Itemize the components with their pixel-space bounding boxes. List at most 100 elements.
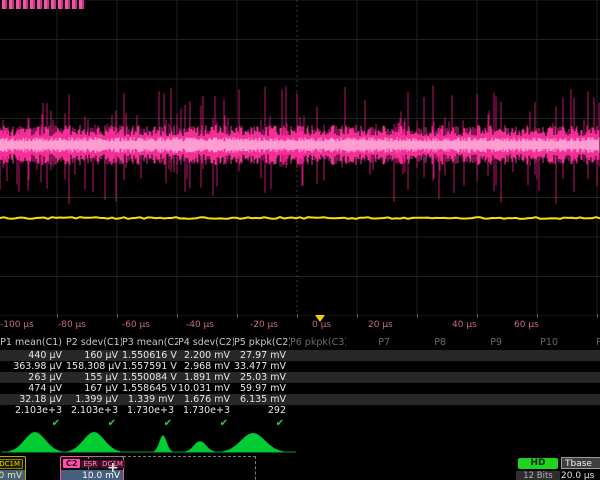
measure-value-cell (402, 350, 458, 361)
measure-param-header[interactable]: P10 (514, 336, 570, 349)
measure-value-cell (514, 394, 570, 405)
measure-value-cell (458, 394, 514, 405)
measure-param-header[interactable]: P2 sdev(C1) (66, 336, 122, 349)
add-trace-box[interactable]: + (88, 456, 256, 480)
measure-value-cell: 363.98 µV (0, 361, 66, 372)
measure-value-cell: 158.308 µV (66, 361, 122, 372)
measure-value-cell: 167 µV (66, 383, 122, 394)
measure-value-cell (458, 405, 514, 416)
measure-value-cell: 474 µV (0, 383, 66, 394)
histicons-svg (0, 429, 600, 456)
measure-value-cell: 440 µV (0, 350, 66, 361)
measure-table-row: 2.103e+32.103e+31.730e+31.730e+3292 (0, 405, 600, 416)
measure-value-cell: 6.135 mV (234, 394, 290, 405)
measure-value-cell: 1.558645 V (122, 383, 178, 394)
descriptor-bar: DC1M 10.0 mV C2 ESRDC1M 10.0 mV + HD 12 … (0, 456, 600, 480)
timebase-descriptor-box[interactable]: Tbase (561, 457, 600, 469)
measure-value-cell (402, 383, 458, 394)
measure-value-cell: 155 µV (66, 372, 122, 383)
measure-value-cell: 263 µV (0, 372, 66, 383)
measure-value-cell (290, 383, 346, 394)
time-axis-label: -60 µs (122, 320, 150, 330)
measure-value-cell (402, 361, 458, 372)
time-axis-label: 60 µs (514, 320, 539, 330)
measure-header-row: P1 mean(C1)P2 sdev(C1)P3 mean(C2)P4 sdev… (0, 336, 600, 349)
axis-tick (297, 314, 298, 318)
measure-value-cell: 1.730e+3 (178, 405, 234, 416)
axis-tick (117, 314, 118, 318)
waveform-grid[interactable] (0, 0, 600, 316)
measure-value-cell (402, 372, 458, 383)
measure-table-row: 32.18 µV1.399 µV1.339 mV1.676 mV6.135 mV (0, 394, 600, 405)
measure-value-cell (570, 405, 600, 416)
measure-value-cell: 1.557591 V (122, 361, 178, 372)
measure-value-cell (570, 361, 600, 372)
time-axis-label: 40 µs (452, 320, 477, 330)
measure-value-cell: 59.97 mV (234, 383, 290, 394)
c1-descriptor-box[interactable]: DC1M 10.0 mV (0, 456, 26, 480)
time-axis-label: 20 µs (368, 320, 393, 330)
measure-param-header[interactable]: P9 (458, 336, 514, 349)
measure-value-cell (346, 350, 402, 361)
measure-value-cell (570, 383, 600, 394)
measure-value-cell (514, 383, 570, 394)
axis-tick (237, 314, 238, 318)
time-axis-label: 0 µs (312, 320, 331, 330)
measure-param-header[interactable]: P3 mean(C2) (122, 336, 178, 349)
measure-param-header[interactable]: P6 pkpk(C3) (290, 336, 346, 349)
measure-value-cell: 1.399 µV (66, 394, 122, 405)
measure-value-cell: 32.18 µV (0, 394, 66, 405)
axis-tick (537, 314, 538, 318)
measure-param-header[interactable]: P7 (346, 336, 402, 349)
measure-value-cell (570, 394, 600, 405)
measure-value-cell (346, 394, 402, 405)
time-axis-label: -40 µs (186, 320, 214, 330)
measure-param-header[interactable]: P4 sdev(C2) (178, 336, 234, 349)
measure-value-cell: 1.550616 V (122, 350, 178, 361)
measure-value-cell: 10.031 mV (178, 383, 234, 394)
measure-table-row: 363.98 µV158.308 µV1.557591 V2.968 mV33.… (0, 361, 600, 372)
measure-value-cell: 1.730e+3 (122, 405, 178, 416)
measure-value-cell (514, 361, 570, 372)
measure-value-cell: 1.891 mV (178, 372, 234, 383)
measure-param-header[interactable]: P1 mean(C1) (0, 336, 66, 349)
axis-tick (597, 314, 598, 318)
axis-tick (477, 314, 478, 318)
axis-tick (357, 314, 358, 318)
measure-table-row: 263 µV155 µV1.550084 V1.891 mV25.03 mV (0, 372, 600, 383)
measure-value-cell: 2.103e+3 (0, 405, 66, 416)
c2-trace-label-garbled (0, 0, 86, 9)
measure-value-cell: 2.200 mV (178, 350, 234, 361)
measure-value-cell (290, 350, 346, 361)
measure-value-cell: 25.03 mV (234, 372, 290, 383)
measure-value-cell (458, 383, 514, 394)
hd-mode-badge[interactable]: HD (518, 458, 558, 469)
measure-param-header[interactable]: P11 (570, 336, 600, 349)
measure-param-header[interactable]: P5 pkpk(C2) (234, 336, 290, 349)
c2-channel-badge: C2 (63, 459, 80, 468)
time-axis-label: -100 µs (0, 320, 34, 330)
hd-bits-label: 12 Bits (516, 471, 560, 480)
c1-coupling-tag: DC1M (0, 459, 23, 469)
oscilloscope-screen: -100 µs-80 µs-60 µs-40 µs-20 µs0 µs20 µs… (0, 0, 600, 480)
measure-value-cell (290, 394, 346, 405)
measure-value-cell (290, 372, 346, 383)
measure-value-cell (570, 350, 600, 361)
c1-scale-value: 10.0 mV (0, 470, 25, 480)
measure-value-cell (346, 405, 402, 416)
measure-value-cell (346, 372, 402, 383)
axis-tick (57, 314, 58, 318)
add-trace-plus-icon: + (107, 460, 119, 476)
measure-value-cell (514, 405, 570, 416)
time-axis-label: -20 µs (250, 320, 278, 330)
measure-value-cell (570, 372, 600, 383)
timebase-value: 20.0 µs (561, 471, 600, 480)
measure-param-header[interactable]: P8 (402, 336, 458, 349)
measure-value-cell (346, 361, 402, 372)
measure-value-cell: 160 µV (66, 350, 122, 361)
measure-value-cell (514, 350, 570, 361)
measure-value-cell: 33.477 mV (234, 361, 290, 372)
measure-value-cell: 27.97 mV (234, 350, 290, 361)
measure-value-cell (402, 394, 458, 405)
measure-value-cell: 2.968 mV (178, 361, 234, 372)
